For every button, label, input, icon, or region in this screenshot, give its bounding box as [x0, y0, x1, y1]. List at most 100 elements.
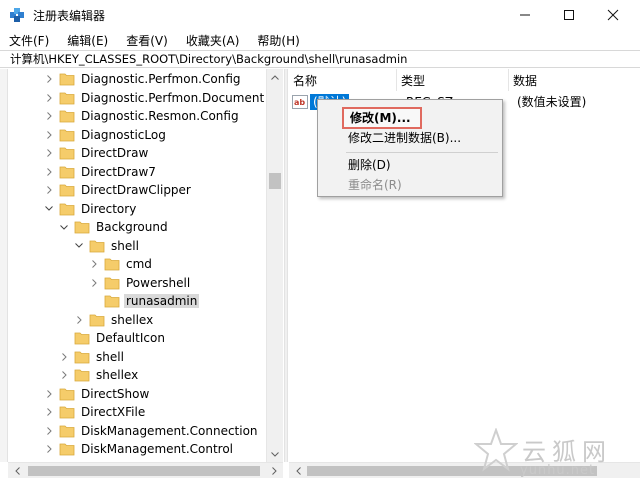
tree-item-label: DiagnosticLog — [81, 127, 166, 142]
chevron-right-icon[interactable] — [44, 403, 54, 421]
chevron-right-icon[interactable] — [44, 70, 54, 88]
menu-favorites[interactable]: 收藏夹(A) — [186, 32, 240, 49]
tree-item[interactable]: cmd — [89, 255, 154, 273]
folder-icon — [59, 406, 75, 419]
chevron-left-icon — [14, 467, 20, 475]
window-title: 注册表编辑器 — [33, 9, 106, 23]
chevron-right-icon[interactable] — [44, 144, 54, 162]
tree-item[interactable]: DiskManagement.Connection — [44, 422, 260, 440]
tree-item[interactable]: Diagnostic.Perfmon.Document — [44, 89, 266, 107]
tree-item-label: DefaultIcon — [96, 331, 165, 345]
scroll-up-button[interactable] — [267, 69, 283, 85]
context-menu: 修改(M)... 修改二进制数据(B)... 删除(D) 重命名(R) — [317, 99, 503, 197]
watermark-cn: 云狐网 — [522, 438, 612, 466]
column-header-data[interactable]: 数据 — [509, 69, 640, 91]
chevron-right-icon[interactable] — [74, 311, 84, 329]
folder-icon — [74, 369, 90, 382]
chevron-right-icon[interactable] — [44, 126, 54, 144]
tree-horizontal-scrollbar[interactable] — [8, 462, 283, 478]
title-bar: 注册表编辑器 — [0, 0, 640, 30]
tree-vertical-scrollbar[interactable] — [266, 69, 283, 462]
chevron-right-icon[interactable] — [44, 89, 54, 107]
close-button[interactable] — [591, 0, 635, 30]
chevron-right-icon[interactable] — [44, 422, 54, 440]
folder-icon — [104, 258, 120, 271]
chevron-down-icon[interactable] — [74, 237, 84, 255]
chevron-right-icon[interactable] — [89, 255, 99, 273]
scroll-right-button[interactable] — [267, 463, 281, 479]
menu-edit[interactable]: 编辑(E) — [67, 32, 108, 49]
tree-item[interactable]: shell — [74, 237, 141, 255]
tree-hscroll-thumb[interactable] — [28, 466, 260, 476]
column-header-name[interactable]: 名称 — [289, 69, 397, 91]
chevron-right-icon[interactable] — [59, 366, 69, 384]
key-tree: Diagnostic.Perfmon.Config Diagnostic.Perf… — [0, 69, 284, 462]
folder-icon — [59, 92, 75, 104]
tree-item[interactable]: Powershell — [89, 274, 192, 292]
tree-item[interactable]: Directory — [44, 200, 138, 218]
folder-icon — [74, 351, 90, 363]
chevron-right-icon[interactable] — [44, 107, 54, 125]
menu-help[interactable]: 帮助(H) — [257, 32, 299, 49]
tree-item-label: DirectDraw — [81, 146, 149, 160]
context-menu-delete[interactable]: 删除(D) — [348, 155, 391, 175]
close-icon — [607, 9, 619, 21]
folder-icon — [104, 295, 120, 308]
tree-item[interactable]: Diagnostic.Resmon.Config — [44, 107, 241, 125]
context-menu-modify[interactable]: 修改(M)... — [342, 107, 422, 129]
folder-icon — [74, 332, 90, 345]
chevron-right-icon[interactable] — [44, 440, 54, 458]
watermark: 云狐网 yunhu.net — [470, 426, 640, 484]
folder-icon — [59, 166, 75, 178]
tree-item-label: Powershell — [126, 275, 191, 290]
watermark-en: yunhu.net — [520, 463, 596, 478]
folder-icon — [74, 221, 90, 234]
scroll-down-button[interactable] — [267, 446, 283, 462]
tree-item[interactable]: DirectDrawClipper — [44, 181, 193, 199]
folder-icon — [59, 184, 75, 197]
chevron-right-icon — [271, 467, 277, 475]
tree-item[interactable]: Background — [59, 218, 170, 236]
column-data-label: 数据 — [513, 73, 538, 88]
pane-splitter[interactable] — [284, 69, 288, 462]
no-expander — [89, 292, 99, 310]
tree-item[interactable]: shell — [59, 348, 126, 366]
chevron-down-icon[interactable] — [44, 200, 54, 218]
tree-item[interactable]: runasadmin — [89, 292, 200, 310]
tree-scroll-thumb[interactable] — [269, 173, 281, 189]
tree-item[interactable]: Diagnostic.Perfmon.Config — [44, 70, 243, 88]
tree-item[interactable]: DiskManagement.Control — [44, 440, 235, 458]
folder-icon — [104, 277, 120, 289]
tree-item[interactable]: DefaultIcon — [59, 329, 167, 347]
folder-icon — [59, 147, 75, 160]
chevron-down-icon — [271, 451, 279, 457]
context-menu-rename: 重命名(R) — [348, 178, 402, 192]
tree-item[interactable]: shellex — [74, 311, 155, 329]
tree-item[interactable]: DiagnosticLog — [44, 126, 168, 144]
scroll-left-button[interactable] — [10, 463, 24, 479]
chevron-right-icon[interactable] — [89, 274, 99, 292]
chevron-right-icon[interactable] — [44, 181, 54, 199]
tree-item[interactable]: DirectDraw — [44, 144, 150, 162]
tree-item[interactable]: shellex — [59, 366, 140, 384]
chevron-right-icon[interactable] — [59, 348, 69, 366]
tree-item-label: shell — [111, 238, 139, 253]
minimize-button[interactable] — [503, 0, 547, 30]
menu-view[interactable]: 查看(V) — [126, 32, 168, 49]
tree-item-label: Diagnostic.Resmon.Config — [81, 109, 239, 123]
context-menu-modify-binary[interactable]: 修改二进制数据(B)... — [348, 128, 461, 148]
maximize-button[interactable] — [547, 0, 591, 30]
value-scroll-left-button[interactable] — [291, 463, 305, 479]
tree-item-label: DiskManagement.Connection — [81, 423, 258, 438]
tree-item[interactable]: DirectShow — [44, 385, 151, 403]
chevron-right-icon[interactable] — [44, 385, 54, 403]
svg-text:ab: ab — [294, 98, 305, 107]
chevron-down-icon[interactable] — [59, 218, 69, 236]
address-bar[interactable]: 计算机\HKEY_CLASSES_ROOT\Directory\Backgrou… — [0, 50, 640, 68]
chevron-right-icon[interactable] — [44, 163, 54, 181]
menu-file[interactable]: 文件(F) — [9, 32, 49, 49]
tree-item[interactable]: DirectDraw7 — [44, 163, 158, 181]
tree-item[interactable]: DirectXFile — [44, 403, 147, 421]
column-header-type[interactable]: 类型 — [397, 69, 509, 91]
tree-item-label: Diagnostic.Perfmon.Document — [81, 90, 265, 105]
